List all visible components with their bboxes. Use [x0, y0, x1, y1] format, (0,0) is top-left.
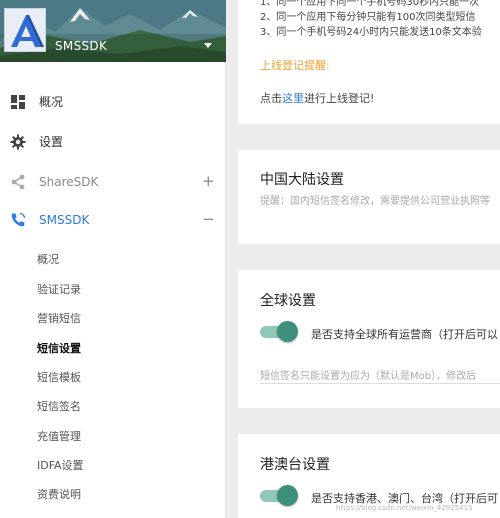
nav-item-sharesdk[interactable]: ShareSDK + [0, 164, 226, 200]
nav-item-label: ShareSDK [39, 175, 99, 189]
online-registration-link[interactable]: 这里 [282, 92, 304, 105]
sidebar-banner[interactable]: SMSSDK [0, 0, 226, 62]
online-registration-text: 点击这里进行上线登记! [260, 90, 374, 106]
rule-line: 2、同一个应用下每分钟只能有100次同类型短信 [260, 12, 476, 23]
nav-item-overview[interactable]: 概况 [0, 84, 226, 120]
rule-line: 1、同一个应用下同一个手机号码30秒内只能一次 [260, 0, 480, 8]
gear-icon [10, 134, 26, 150]
toggle-knob [277, 485, 298, 506]
nav-item-smssdk[interactable]: SMSSDK − [0, 202, 226, 238]
sub-item-verification-records[interactable]: 验证记录 [37, 282, 81, 298]
collapse-minus-icon[interactable]: − [202, 211, 215, 227]
sidebar: SMSSDK 概况 设置 ShareSDK + SMSSDK − 概况 验证记录… [0, 0, 226, 518]
global-carrier-toggle[interactable] [260, 321, 298, 343]
sub-item-sms-settings[interactable]: 短信设置 [37, 341, 81, 357]
app-logo [4, 8, 46, 52]
sub-item-sms-templates[interactable]: 短信模板 [37, 370, 81, 386]
signature-input[interactable] [260, 367, 500, 386]
app-switcher-name: SMSSDK [55, 39, 108, 53]
sub-item-recharge[interactable]: 充值管理 [37, 429, 81, 445]
sub-item-pricing[interactable]: 资费说明 [37, 487, 81, 503]
mainland-settings-title: 中国大陆设置 [260, 172, 344, 188]
signature-input-wrapper [260, 364, 500, 386]
online-registration-reminder: 上线登记提醒: [260, 59, 330, 72]
online-registration-suffix: 进行上线登记! [304, 92, 375, 105]
share-icon [11, 174, 25, 190]
global-settings-card: 全球设置 是否支持全球所有运营商（打开后可以 [238, 270, 500, 408]
phone-call-icon [11, 212, 26, 227]
sms-rules-card: 1、同一个应用下同一个手机号码30秒内只能一次 2、同一个应用下每分钟只能有10… [238, 0, 500, 124]
global-carrier-toggle-label: 是否支持全球所有运营商（打开后可以 [311, 328, 498, 341]
online-registration-prefix: 点击 [260, 92, 282, 105]
hmt-settings-title: 港澳台设置 [260, 457, 330, 473]
watermark-text: https://blog.csdn.net/weixin_42925415 [336, 504, 473, 512]
app-switcher-dropdown-icon[interactable] [204, 43, 212, 48]
sub-item-marketing-sms[interactable]: 营销短信 [37, 311, 81, 327]
hmt-toggle[interactable] [260, 485, 298, 507]
dashboard-icon [11, 95, 25, 109]
rule-line: 3、同一个手机号码24小时内只能发送10条文本验 [260, 27, 482, 38]
toggle-knob [277, 321, 298, 342]
sub-item-idfa-settings[interactable]: IDFA设置 [37, 458, 84, 474]
mainland-settings-card: 中国大陆设置 提醒：国内短信签名修改，需要提供公司营业执照等 [238, 150, 500, 244]
nav-item-label: 设置 [39, 135, 64, 149]
sub-item-sms-signature[interactable]: 短信签名 [37, 399, 81, 415]
nav-item-label: 概况 [39, 95, 64, 109]
mainland-settings-hint: 提醒：国内短信签名修改，需要提供公司营业执照等 [260, 196, 490, 207]
sub-item-overview[interactable]: 概况 [37, 252, 59, 268]
global-settings-title: 全球设置 [260, 293, 316, 309]
nav-item-settings[interactable]: 设置 [0, 124, 226, 160]
expand-plus-icon[interactable]: + [202, 173, 215, 189]
nav-item-label: SMSSDK [39, 213, 90, 227]
